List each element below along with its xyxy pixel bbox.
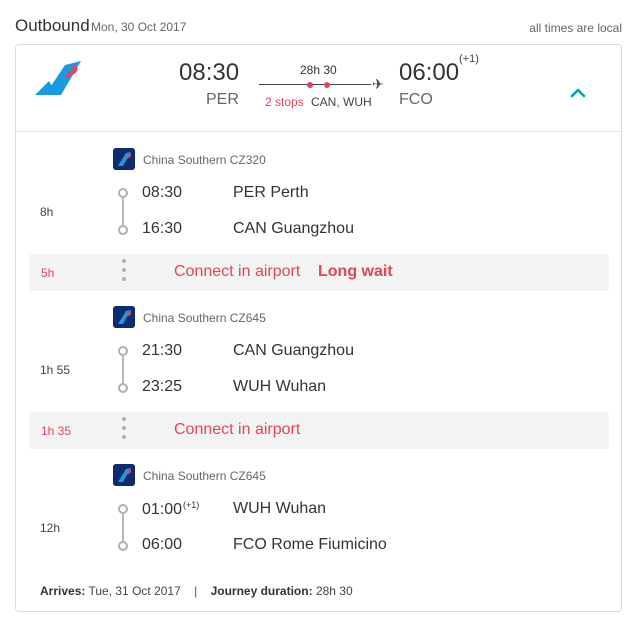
connection-row: 1h 35 Connect in airport [29, 412, 609, 449]
segment-depart-place: PER Perth [233, 184, 309, 201]
chevron-up-icon[interactable] [566, 81, 590, 105]
connection-row: 5h Connect in airport Long wait [29, 254, 609, 291]
leg-duration: 1h 55 [40, 363, 71, 377]
footer-separator: | [194, 584, 198, 598]
segment-depart-time: 01:00(+1) [142, 500, 200, 518]
segment-arrive-place: FCO Rome Fiumicino [233, 536, 387, 553]
segment-depart-time: 08:30 [142, 184, 183, 201]
arrives-label: Arrives: [40, 584, 86, 598]
segment-arrive-time: 16:30 [142, 220, 183, 237]
journey-footer: Arrives: Tue, 31 Oct 2017 | Journey dura… [40, 584, 353, 598]
leg-duration: 8h [40, 205, 54, 219]
segment-end-circle [118, 225, 128, 235]
itinerary-card: 08:30 PER 28h 30 ✈ 2 stops CAN, WUH 06:0… [15, 44, 622, 612]
total-duration: 28h 30 [300, 63, 337, 77]
connection-dots-icon [122, 259, 126, 287]
arrive-airport-code: FCO [399, 91, 433, 108]
journey-duration-value: 28h 30 [315, 584, 353, 598]
route-line [259, 84, 371, 85]
segment-end-circle [118, 541, 128, 551]
local-times-note: all times are local [529, 21, 622, 35]
depart-airport-code: PER [206, 91, 239, 108]
arrives-value: Tue, 31 Oct 2017 [88, 584, 181, 598]
connection-text: Connect in airport [174, 263, 301, 280]
connection-text: Connect in airport [174, 421, 301, 438]
flight-summary[interactable]: 08:30 PER 28h 30 ✈ 2 stops CAN, WUH 06:0… [16, 45, 621, 132]
segment-arrive-place: CAN Guangzhou [233, 220, 354, 237]
airline-flight-number: China Southern CZ645 [143, 469, 266, 483]
arrive-time: 06:00 [399, 59, 460, 86]
plane-icon: ✈ [372, 76, 384, 92]
segment-depart-place: WUH Wuhan [233, 500, 327, 517]
segment-arrive-time: 06:00 [142, 536, 183, 553]
long-wait-warning: Long wait [318, 263, 393, 280]
segment-start-circle [118, 346, 128, 356]
airline-flight-number: China Southern CZ320 [143, 153, 266, 167]
china-southern-logo [113, 306, 135, 328]
stop-airports: CAN, WUH [311, 95, 372, 109]
segment-start-circle [118, 504, 128, 514]
leg-duration: 12h [40, 521, 61, 535]
connection-dots-icon [122, 417, 126, 445]
journey-duration-label: Journey duration: [210, 584, 313, 598]
segment-arrive-place: WUH Wuhan [233, 378, 327, 395]
segment-arrive-time: 23:25 [142, 378, 183, 395]
china-southern-logo [35, 61, 81, 95]
outbound-header: Outbound Mon, 30 Oct 2017 all times are … [15, 14, 622, 38]
stop-marker [307, 82, 313, 88]
outbound-date: Mon, 30 Oct 2017 [91, 20, 187, 34]
connection-duration: 1h 35 [41, 424, 72, 438]
stops-count: 2 stops [265, 95, 304, 109]
arrive-day-offset: (+1) [459, 53, 479, 65]
section-title: Outbound [15, 16, 90, 35]
segment-depart-place: CAN Guangzhou [233, 342, 354, 359]
depart-time: 08:30 [179, 59, 240, 86]
segment-day-offset: (+1) [183, 500, 200, 510]
china-southern-logo [113, 464, 135, 486]
china-southern-logo [113, 148, 135, 170]
segment-depart-time: 21:30 [142, 342, 183, 359]
stop-marker [324, 82, 330, 88]
segment-end-circle [118, 383, 128, 393]
connection-duration: 5h [41, 266, 55, 280]
segment-start-circle [118, 188, 128, 198]
airline-flight-number: China Southern CZ645 [143, 311, 266, 325]
